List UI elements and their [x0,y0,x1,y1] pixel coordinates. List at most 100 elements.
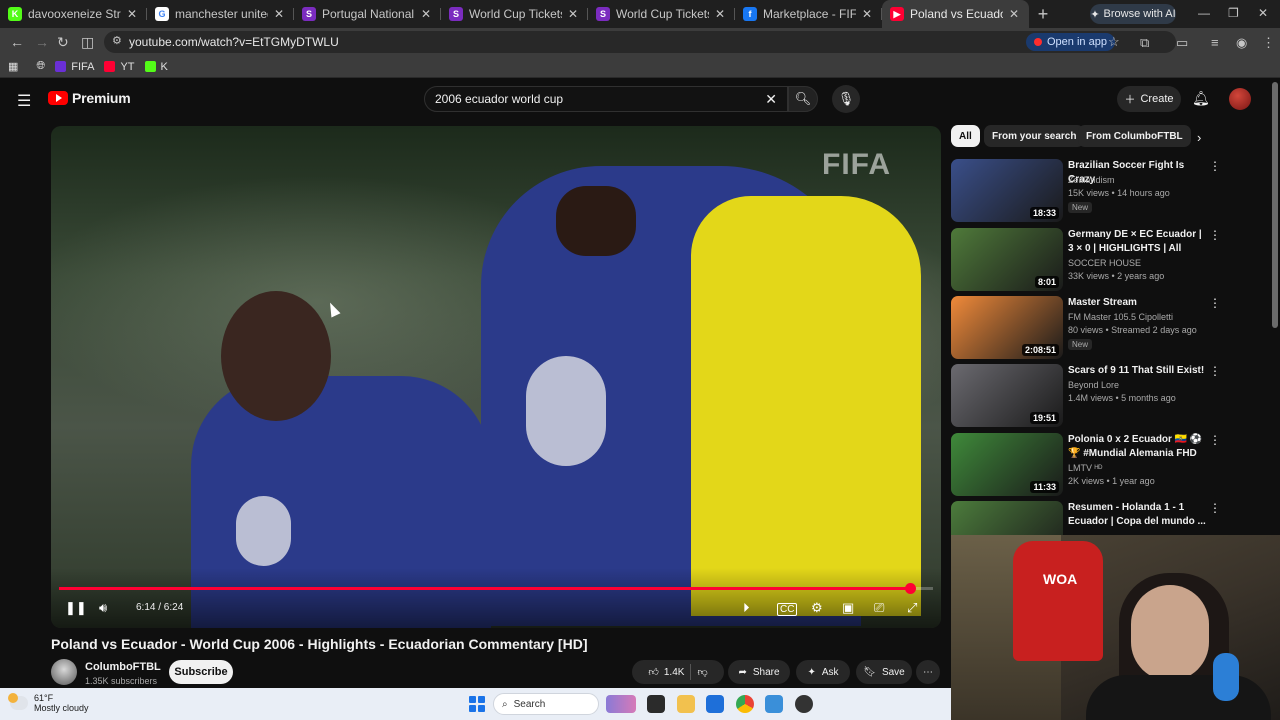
more-actions-button[interactable]: ⋯ [916,660,940,684]
recommendation-item[interactable]: 18:33 Brazilian Soccer Fight Is Crazy Zeal… [951,159,1231,223]
recommendation-channel[interactable]: LMTV ᴴᴰ [1068,463,1102,473]
site-info-icon[interactable]: ⚙ [112,34,122,47]
browser-tab[interactable]: f Marketplace - FIFA Collect ✕ [735,0,882,28]
recommendation-title[interactable]: Polonia 0 x 2 Ecuador 🇪🇨 ⚽🏆 #Mundial Ale… [1068,433,1210,461]
minimize-icon[interactable]: — [1198,6,1210,20]
more-vertical-icon[interactable]: ⋮ [1209,228,1221,242]
media-icon[interactable]: ▭ [1176,35,1188,51]
bookmark-item[interactable]: YT [104,61,135,73]
channel-avatar[interactable] [51,659,77,685]
ask-button[interactable]: ✦ Ask [796,660,850,684]
close-window-icon[interactable]: ✕ [1258,6,1268,20]
close-tab-icon[interactable]: ✕ [713,7,727,21]
save-button[interactable]: 🔖︎ Save [856,660,912,684]
close-tab-icon[interactable]: ✕ [860,7,874,21]
browser-tab[interactable]: Kdavooxeneize Stream - Watch ✕ [0,0,147,28]
browser-tab[interactable]: S Portugal National Football Te ✕ [294,0,441,28]
notepad-icon[interactable] [765,695,783,713]
outlook-icon[interactable] [706,695,724,713]
open-in-app-button[interactable]: Open in app [1026,33,1115,51]
page-scrollbar[interactable] [1272,82,1278,328]
search-button[interactable]: 🔍︎ [788,86,818,112]
captions-icon[interactable]: CC [777,603,798,616]
more-vertical-icon[interactable]: ⋮ [1209,364,1221,378]
browser-tab[interactable]: ▶ Poland vs Ecuador - Wo ✕ [882,0,1029,28]
restore-icon[interactable]: ❐ [1228,6,1239,20]
back-icon[interactable]: ← [10,34,24,50]
recommendation-title[interactable]: Resumen - Holanda 1 - 1 Ecuador | Copa d… [1068,501,1210,529]
close-tab-icon[interactable]: ✕ [272,7,286,21]
progress-bar[interactable] [59,583,933,594]
copilot-icon[interactable] [606,695,636,713]
browser-menu-icon[interactable]: ⋮ [1262,35,1275,51]
address-bar[interactable]: ⚙ youtube.com/watch?v=EtTGMyDTWLU Open i… [104,31,1176,53]
recommendation-channel[interactable]: FM Master 105.5 Cipolletti [1068,312,1173,322]
recommendation-title[interactable]: Scars of 9 11 That Still Exist! [1068,364,1210,378]
clear-search-icon[interactable]: ✕ [765,91,777,108]
recommendation-item[interactable]: 19:51 Scars of 9 11 That Still Exist! Beyo… [951,364,1231,428]
channel-name[interactable]: ColumboFTBL [85,661,161,673]
bookmark-item[interactable]: FIFA [55,61,94,73]
close-tab-icon[interactable]: ✕ [125,7,139,21]
account-avatar[interactable] [1229,88,1251,110]
video-thumbnail[interactable]: 8:01 [951,228,1063,291]
windows-start-icon[interactable] [469,696,485,712]
recommendation-title[interactable]: Master Stream [1068,296,1210,310]
chrome-icon[interactable] [736,695,754,713]
video-thumbnail[interactable]: 19:51 [951,364,1063,427]
new-tab-button[interactable]: + [1029,4,1057,25]
recommendation-item[interactable]: 8:01 Germany DE × EC Ecuador | 3 × 0 | HI… [951,228,1231,292]
browse-with-ai-button[interactable]: ✦ Browse with AI [1090,4,1176,24]
reading-list-icon[interactable]: ≡ [1211,35,1219,50]
chip-from-channel[interactable]: From ColumboFTBL [1078,125,1191,147]
taskbar-search[interactable]: ⌕ Search [493,693,599,715]
video-player[interactable]: FIFA ❚❚ 🔊︎ 6:14 / 6:24 ⏵ CC ⚙ ▣ ⎚ ⤢ [51,126,941,628]
cast-icon[interactable]: ⎚ [874,600,884,616]
video-thumbnail[interactable]: 2:08:51 [951,296,1063,359]
subscribe-button[interactable]: Subscribe [169,660,233,684]
thumbs-down-icon[interactable]: 👎︎ [697,666,707,678]
more-vertical-icon[interactable]: ⋮ [1209,159,1221,173]
recommendation-channel[interactable]: Zealandism [1068,175,1115,185]
task-view-icon[interactable] [647,695,665,713]
apps-grid-icon[interactable]: ▦ [8,60,18,73]
voice-search-button[interactable]: 🎙︎ [832,85,860,113]
browser-tab[interactable]: S World Cup Tickets - StubHub ✕ [588,0,735,28]
settings-gear-icon[interactable]: ⚙ [811,600,823,616]
more-vertical-icon[interactable]: ⋮ [1209,433,1221,447]
browser-tab[interactable]: Gmanchester united matches ✕ [147,0,294,28]
forward-icon[interactable]: → [35,34,49,50]
chevron-right-icon[interactable]: › [1197,130,1201,145]
like-button[interactable]: 👍︎ 1.4K [648,666,684,679]
reload-icon[interactable]: ↻ [57,34,69,51]
recommendation-channel[interactable]: Beyond Lore [1068,380,1119,390]
chip-all[interactable]: All [951,125,980,147]
close-tab-icon[interactable]: ✕ [419,7,433,21]
weather-widget[interactable]: 61°F Mostly cloudy [8,693,89,713]
fullscreen-icon[interactable]: ⤢ [907,600,917,616]
share-button[interactable]: ➦ Share [728,660,790,684]
youtube-logo[interactable]: Premium [48,90,131,106]
miniplayer-icon[interactable]: ▣ [842,600,854,616]
more-vertical-icon[interactable]: ⋮ [1209,501,1221,515]
autoplay-toggle-icon[interactable]: ⏵ [743,600,750,616]
bookmark-item[interactable]: K [144,61,168,73]
profile-icon[interactable]: ◉ [1236,35,1247,51]
close-tab-icon[interactable]: ✕ [1007,7,1021,21]
close-tab-icon[interactable]: ✕ [566,7,580,21]
extensions-icon[interactable]: ⧉ [1140,35,1149,51]
chip-from-your-search[interactable]: From your search [984,125,1085,147]
recommendation-title[interactable]: Germany DE × EC Ecuador | 3 × 0 | HIGHLI… [1068,228,1210,256]
volume-icon[interactable]: 🔊︎ [99,600,107,616]
pause-icon[interactable]: ❚❚ [65,600,87,616]
file-explorer-icon[interactable] [677,695,695,713]
notifications-bell-icon[interactable]: 🔔︎ [1192,90,1210,107]
more-vertical-icon[interactable]: ⋮ [1209,296,1221,310]
recommendation-item[interactable]: 2:08:51 Master Stream FM Master 105.5 Cipo… [951,296,1231,360]
search-box[interactable]: 2006 ecuador world cup ✕ [424,86,788,112]
obs-icon[interactable] [795,695,813,713]
split-view-icon[interactable]: ◫ [81,34,94,51]
browser-tab[interactable]: S World Cup Tickets - StubHub ✕ [441,0,588,28]
create-button[interactable]: ＋ Create [1117,86,1181,112]
recommendation-item[interactable]: 11:33 Polonia 0 x 2 Ecuador 🇪🇨 ⚽🏆 #Mundia… [951,433,1231,497]
